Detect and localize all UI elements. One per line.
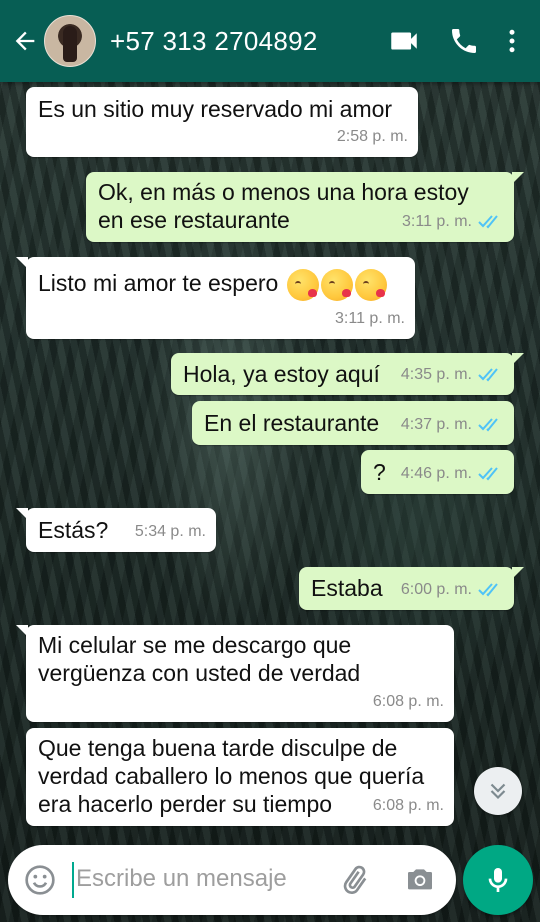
scroll-to-bottom-button[interactable]: [474, 767, 522, 815]
message-time: 6:08 p. m.: [372, 693, 444, 710]
more-vert-icon: [509, 29, 515, 53]
message-text: Es un sitio muy reservado mi amor: [38, 96, 393, 122]
text-cursor: [72, 862, 74, 898]
message-meta: 2:58 p. m.: [337, 123, 408, 151]
message-text: Estás?: [38, 517, 109, 543]
message-outgoing[interactable]: En el restaurante 4:37 p. m.: [192, 401, 514, 445]
video-call-button[interactable]: [380, 11, 428, 71]
message-meta: 6:08 p. m.: [373, 792, 444, 820]
back-button[interactable]: [8, 21, 42, 61]
message-incoming[interactable]: Que tenga buena tarde disculpe de verdad…: [26, 728, 454, 826]
paperclip-icon: [343, 865, 367, 895]
message-meta: 3:11 p. m.: [335, 305, 405, 333]
message-incoming[interactable]: Estás? 5:34 p. m.: [16, 508, 216, 552]
message-text: Listo mi amor te espero: [38, 269, 387, 301]
message-outgoing[interactable]: Estaba 6:00 p. m.: [299, 567, 524, 610]
attach-button[interactable]: [338, 864, 370, 896]
microphone-icon: [488, 868, 508, 892]
read-receipt-icon: [478, 214, 504, 230]
message-meta: 4:37 p. m.: [401, 411, 504, 439]
message-text-line: era hacerlo perder su tiempo: [38, 791, 333, 817]
message-meta: 6:08 p. m.: [373, 688, 444, 716]
message-text-content: Listo mi amor te espero: [38, 270, 279, 297]
message-time: 2:58 p. m.: [336, 128, 408, 145]
video-call-icon: [391, 32, 417, 50]
message-time: 4:37 p. m.: [400, 416, 472, 433]
message-text-line: verdad caballero lo menos que quería: [38, 763, 425, 789]
message-text: En el restaurante: [204, 410, 380, 436]
kissing-heart-emoji: [320, 269, 353, 301]
read-receipt-icon: [478, 466, 504, 482]
message-meta: 6:00 p. m.: [401, 576, 504, 604]
message-outgoing[interactable]: Hola, ya estoy aquí 4:35 p. m.: [171, 353, 524, 395]
emoji-icon: [25, 865, 55, 895]
message-text: Hola, ya estoy aquí: [183, 361, 380, 387]
read-receipt-icon: [478, 582, 504, 598]
contact-avatar[interactable]: [44, 15, 96, 67]
read-receipt-icon: [478, 367, 504, 383]
message-time: 4:46 p. m.: [400, 465, 472, 482]
kissing-heart-emoji: [354, 269, 387, 301]
contact-name[interactable]: +57 313 2704892: [110, 26, 380, 57]
message-input[interactable]: Escribe un mensaje: [76, 865, 287, 893]
message-incoming[interactable]: Listo mi amor te espero 3:11 p. m.: [16, 257, 415, 339]
emoji-button[interactable]: [24, 864, 56, 896]
voice-call-button[interactable]: [440, 11, 488, 71]
message-meta: 5:34 p. m.: [135, 518, 206, 546]
phone-icon: [452, 29, 476, 53]
voice-record-button[interactable]: [463, 845, 533, 915]
message-incoming[interactable]: Mi celular se me descargo que vergüenza …: [16, 625, 454, 722]
read-receipt-icon: [478, 417, 504, 433]
message-text: ?: [373, 459, 386, 485]
message-outgoing[interactable]: ? 4:46 p. m.: [361, 450, 514, 494]
message-text-line: Que tenga buena tarde disculpe de: [38, 735, 398, 761]
message-text-line: Ok, en más o menos una hora estoy: [98, 179, 469, 205]
message-time: 6:00 p. m.: [400, 581, 472, 598]
arrow-left-icon: [15, 31, 35, 51]
message-meta: 4:35 p. m.: [401, 361, 504, 389]
message-text: Estaba: [311, 575, 383, 601]
kissing-heart-emoji: [286, 269, 319, 301]
message-incoming[interactable]: Es un sitio muy reservado mi amor 2:58 p…: [26, 87, 418, 157]
message-time: 5:34 p. m.: [134, 523, 206, 540]
chat-header: +57 313 2704892: [0, 0, 540, 82]
message-meta: 4:46 p. m.: [401, 460, 504, 488]
camera-button[interactable]: [404, 864, 436, 896]
more-options-button[interactable]: [488, 11, 536, 71]
message-time: 6:08 p. m.: [372, 797, 444, 814]
message-composer: Escribe un mensaje: [8, 845, 456, 915]
double-chevron-down-icon: [490, 783, 506, 800]
message-text-line: Mi celular se me descargo que: [38, 632, 352, 658]
message-time: 4:35 p. m.: [400, 366, 472, 383]
message-outgoing[interactable]: Ok, en más o menos una hora estoy en ese…: [86, 172, 524, 242]
message-time: 3:11 p. m.: [402, 213, 472, 230]
message-text-line: en ese restaurante: [98, 207, 290, 233]
message-text-line: vergüenza con usted de verdad: [38, 660, 361, 686]
message-time: 3:11 p. m.: [335, 310, 405, 327]
camera-icon: [408, 869, 432, 890]
message-meta: 3:11 p. m.: [402, 208, 504, 236]
